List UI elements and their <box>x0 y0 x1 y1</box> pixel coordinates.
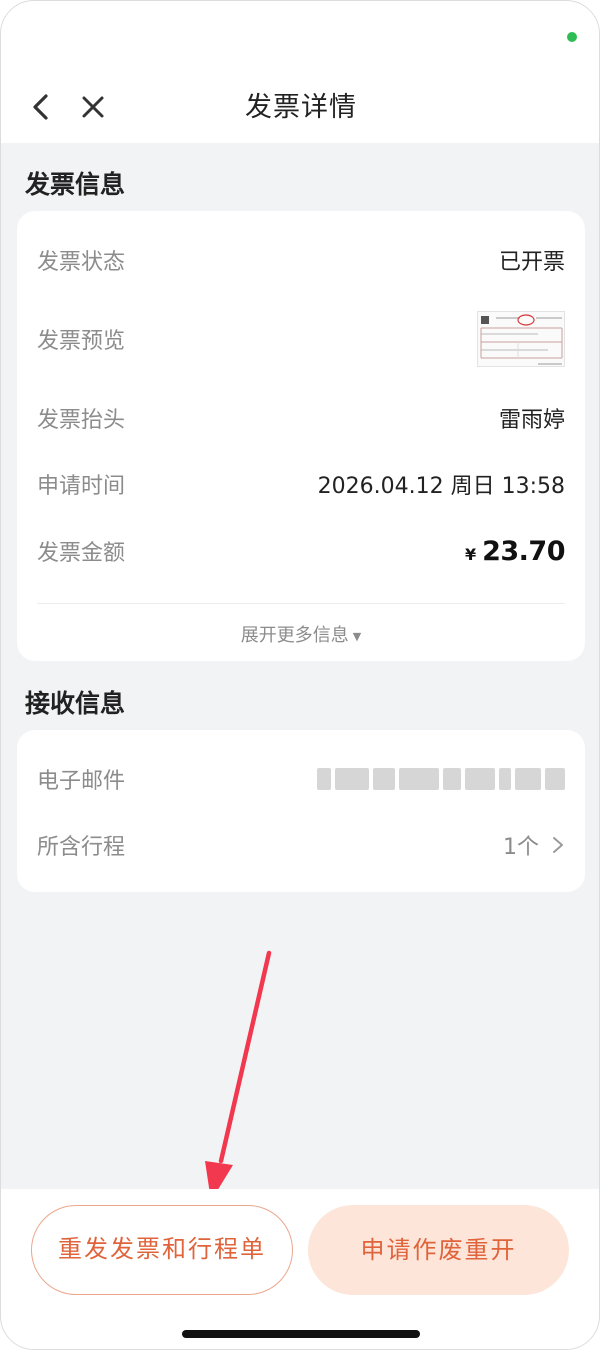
invoice-preview-row[interactable]: 发票预览 <box>37 307 565 371</box>
invoice-amount: ¥ 23.70 <box>464 535 566 567</box>
row-label: 发票状态 <box>37 250 126 275</box>
expand-label: 展开更多信息 <box>240 625 349 646</box>
currency-symbol: ¥ <box>464 544 477 564</box>
expand-more-button[interactable]: 展开更多信息 ▼ <box>17 621 585 647</box>
row-label: 发票预览 <box>37 329 126 354</box>
trip-count-row[interactable]: 所含行程 1个 <box>37 826 565 864</box>
invoice-status-value: 已开票 <box>498 250 565 275</box>
apply-time-row: 申请时间 2026.04.12 周日 13:58 <box>37 465 565 503</box>
void-reissue-button[interactable]: 申请作废重开 <box>308 1205 569 1295</box>
trip-count-value: 1个 <box>503 835 539 860</box>
invoice-info-card: 发票状态 已开票 发票预览 发票抬头 雷雨婷 申请时间 2026.04.12 周… <box>17 211 585 661</box>
row-label: 发票抬头 <box>37 408 126 433</box>
amount-value: 23.70 <box>482 535 565 567</box>
resend-invoice-button[interactable]: 重发发票和行程单 <box>31 1205 293 1295</box>
row-label: 电子邮件 <box>37 769 126 794</box>
divider <box>37 603 565 604</box>
page-title: 发票详情 <box>245 92 357 123</box>
status-indicator-dot <box>567 32 577 42</box>
annotation-arrow <box>205 950 272 1201</box>
redacted-email-value <box>317 764 565 794</box>
home-indicator <box>182 1330 420 1338</box>
invoice-title-row: 发票抬头 雷雨婷 <box>37 399 565 437</box>
row-label: 所含行程 <box>37 835 126 860</box>
phone-screen: 发票详情 发票信息 发票状态 已开票 发票预览 发票抬头 雷雨婷 申请时间 20… <box>0 0 600 1350</box>
receive-info-card: 电子邮件 所含行程 1个 <box>17 730 585 892</box>
row-label: 发票金额 <box>37 541 126 566</box>
caret-down-icon: ▼ <box>352 629 362 643</box>
receive-section-title: 接收信息 <box>25 689 126 718</box>
email-row: 电子邮件 <box>37 760 565 798</box>
invoice-status-row: 发票状态 已开票 <box>37 241 565 279</box>
trip-count: 1个 <box>503 829 565 861</box>
invoice-amount-row: 发票金额 ¥ 23.70 <box>37 531 565 571</box>
navigation-bar: 发票详情 <box>1 1 599 143</box>
chevron-right-icon <box>553 837 563 853</box>
row-label: 申请时间 <box>37 474 126 499</box>
apply-time-value: 2026.04.12 周日 13:58 <box>317 474 565 499</box>
invoice-section-title: 发票信息 <box>25 170 126 199</box>
invoice-title-value: 雷雨婷 <box>498 408 565 433</box>
invoice-thumbnail[interactable] <box>477 311 565 367</box>
